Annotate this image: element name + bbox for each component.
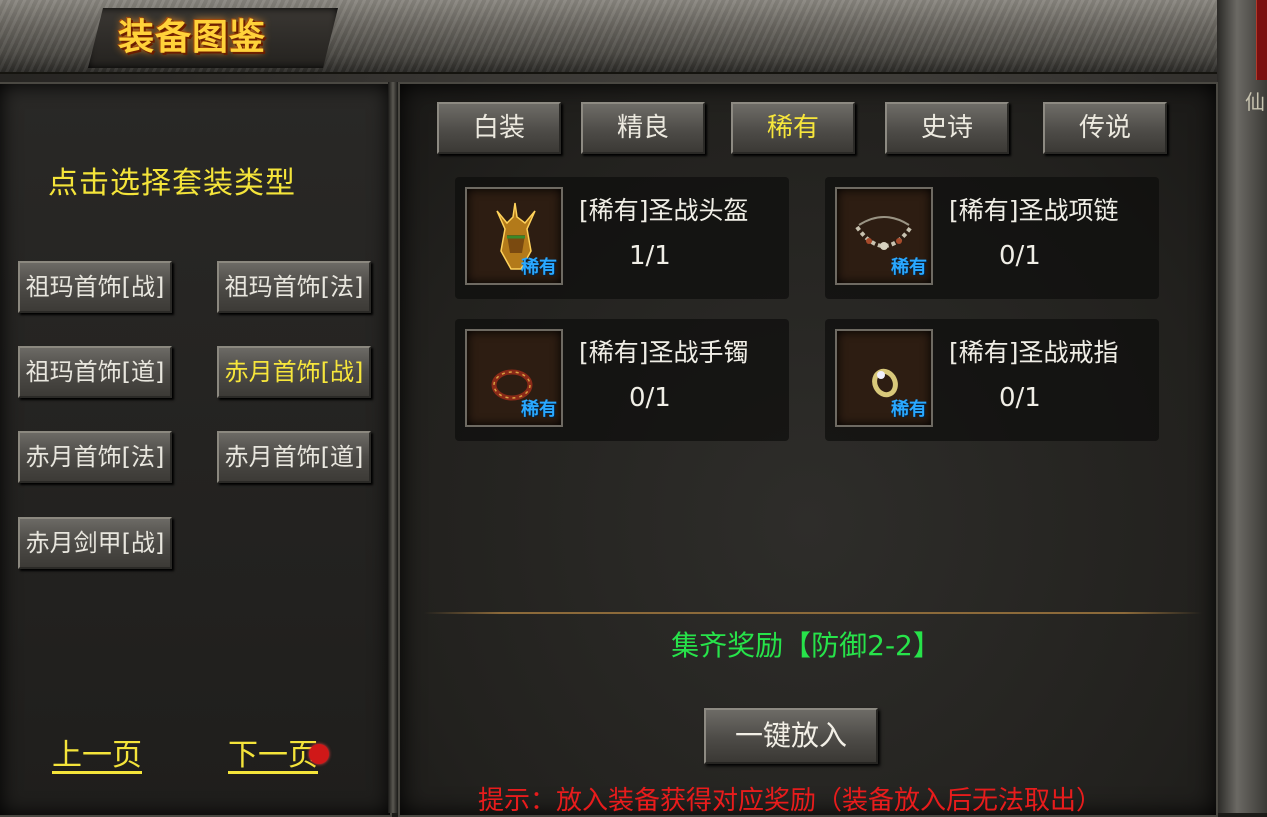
- hint-text: 提示：放入装备获得对应奖励（装备放入后无法取出）: [478, 786, 1103, 816]
- set-button-chiyue-mage[interactable]: 赤月首饰[法]: [18, 431, 172, 483]
- item-name: [稀有]圣战戒指: [949, 338, 1119, 367]
- rarity-tag: 稀有: [521, 399, 557, 420]
- item-card-helmet[interactable]: 稀有 [稀有]圣战头盔 1/1: [455, 177, 789, 299]
- item-name: [稀有]圣战手镯: [579, 338, 749, 367]
- prev-page-link[interactable]: 上一页: [52, 730, 142, 774]
- panel-divider: [388, 82, 398, 813]
- tab-legend[interactable]: 传说: [1043, 102, 1167, 154]
- item-card-necklace[interactable]: 稀有 [稀有]圣战项链 0/1: [825, 177, 1159, 299]
- tab-white[interactable]: 白装: [437, 102, 561, 154]
- tab-rare[interactable]: 稀有: [731, 102, 855, 154]
- item-card-bracelet[interactable]: 稀有 [稀有]圣战手镯 0/1: [455, 319, 789, 441]
- item-count: 0/1: [999, 241, 1041, 271]
- item-card-ring[interactable]: 稀有 [稀有]圣战戒指 0/1: [825, 319, 1159, 441]
- tab-epic[interactable]: 史诗: [885, 102, 1009, 154]
- helmet-icon[interactable]: 稀有: [465, 187, 563, 285]
- item-name: [稀有]圣战项链: [949, 196, 1119, 225]
- set-button-zuma-warrior[interactable]: 祖玛首饰[战]: [18, 261, 172, 313]
- set-button-zuma-taoist[interactable]: 祖玛首饰[道]: [18, 346, 172, 398]
- close-tab[interactable]: [1256, 0, 1267, 80]
- rarity-tag: 稀有: [891, 257, 927, 278]
- right-border: 仙: [1217, 0, 1267, 813]
- tab-fine[interactable]: 精良: [581, 102, 705, 154]
- necklace-icon[interactable]: 稀有: [835, 187, 933, 285]
- bracelet-icon[interactable]: 稀有: [465, 329, 563, 427]
- item-count: 0/1: [629, 383, 671, 413]
- ring-icon[interactable]: 稀有: [835, 329, 933, 427]
- window-title: 装备图鉴: [118, 17, 267, 58]
- next-page-link[interactable]: 下一页: [228, 730, 318, 774]
- set-button-chiyue-taoist[interactable]: 赤月首饰[道]: [217, 431, 371, 483]
- set-button-chiyue-warrior[interactable]: 赤月首饰[战]: [217, 346, 371, 398]
- item-name: [稀有]圣战头盔: [579, 196, 749, 225]
- item-count: 1/1: [629, 241, 671, 271]
- collection-reward: 集齐奖励【防御2-2】: [671, 629, 941, 662]
- put-all-button[interactable]: 一键放入: [704, 708, 878, 764]
- item-count: 0/1: [999, 383, 1041, 413]
- notification-dot: [309, 744, 329, 764]
- set-type-heading: 点击选择套装类型: [48, 166, 296, 201]
- section-divider: [424, 612, 1202, 614]
- edge-glyph: 仙: [1245, 90, 1265, 114]
- rarity-tag: 稀有: [891, 399, 927, 420]
- set-button-zuma-mage[interactable]: 祖玛首饰[法]: [217, 261, 371, 313]
- rarity-tag: 稀有: [521, 257, 557, 278]
- set-button-chiyue-armor-warrior[interactable]: 赤月剑甲[战]: [18, 517, 172, 569]
